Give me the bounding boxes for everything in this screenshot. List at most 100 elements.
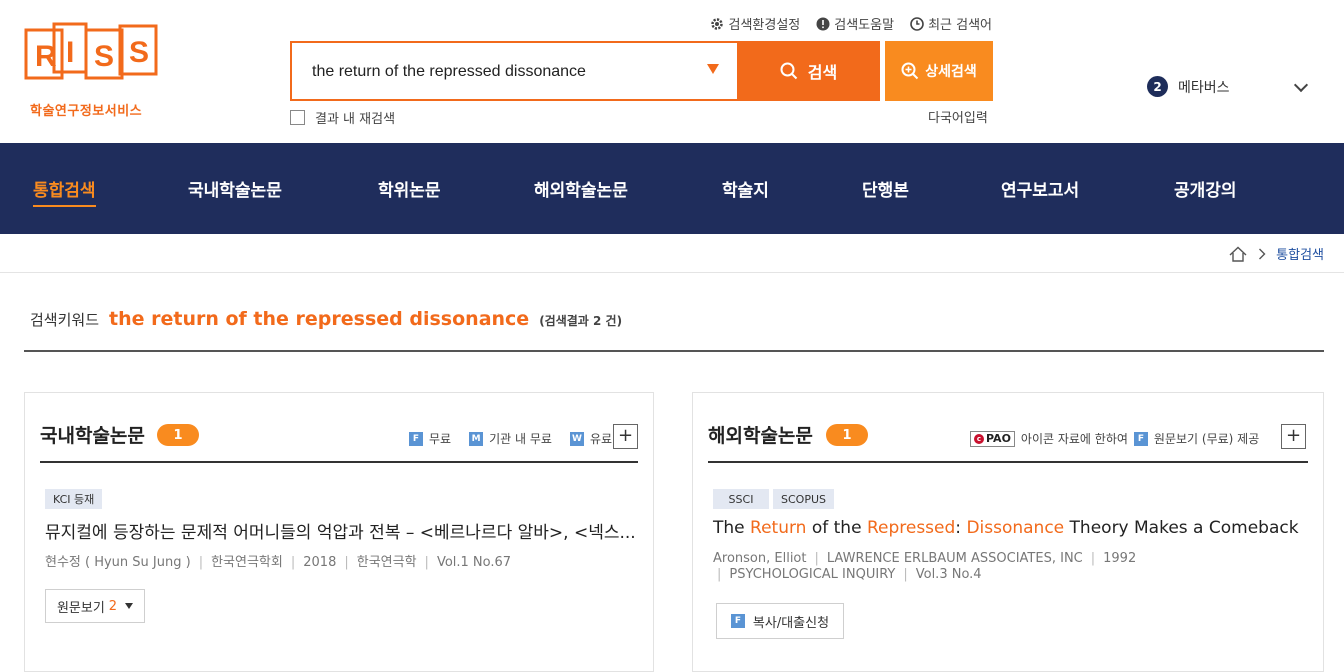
search-button[interactable]: 검색 xyxy=(737,41,880,101)
scopus-tag: SCOPUS xyxy=(773,489,834,509)
nav-tab-research-reports[interactable]: 연구보고서 xyxy=(1001,143,1079,234)
result-journal[interactable]: 한국연극학 xyxy=(357,555,417,570)
riss-logo[interactable]: R I S S 학술연구정보서비스 xyxy=(24,22,164,122)
result-count: (검색결과 2 건) xyxy=(539,314,623,328)
gear-icon xyxy=(711,17,724,30)
result-year: 1992 xyxy=(1103,551,1137,566)
search-history-dropdown-icon[interactable] xyxy=(707,64,719,74)
search-icon xyxy=(780,62,797,80)
breadcrumb: 통합검색 xyxy=(1228,244,1324,263)
result-year: 2018 xyxy=(303,555,337,570)
nav-tab-open-lectures[interactable]: 공개강의 xyxy=(1174,143,1237,234)
nav-tab-theses[interactable]: 학위논문 xyxy=(378,143,441,234)
caret-down-icon xyxy=(125,603,134,609)
riss-logo-mark: R I S S xyxy=(24,22,158,80)
result-title-link[interactable]: The Return of the Repressed: Dissonance … xyxy=(713,518,1299,538)
advanced-search-button[interactable]: 상세검색 xyxy=(885,41,993,101)
view-fulltext-dropdown[interactable]: 원문보기 2 xyxy=(45,589,145,623)
svg-text:I: I xyxy=(66,36,74,69)
main-nav: 통합검색 국내학술논문 학위논문 해외학술논문 학술지 단행본 연구보고서 공개… xyxy=(0,143,1344,234)
pao-label: PAO xyxy=(986,432,1011,445)
active-tab-underline xyxy=(33,205,96,207)
keyword-divider xyxy=(24,350,1324,352)
search-settings-label: 검색환경설정 xyxy=(728,18,801,33)
title-highlight: Dissonance xyxy=(966,518,1065,538)
nav-tab-journals[interactable]: 학술지 xyxy=(722,143,769,234)
metaverse-menu[interactable]: 2 메타버스 xyxy=(1147,76,1230,97)
search-input[interactable] xyxy=(312,60,692,84)
search-within-checkbox[interactable] xyxy=(290,110,305,125)
panel-divider xyxy=(40,461,638,463)
nav-tab-books[interactable]: 단행본 xyxy=(862,143,909,234)
free-icon: F xyxy=(1133,431,1148,446)
svg-text:R: R xyxy=(35,40,57,73)
legend-label: 기관 내 무료 xyxy=(489,432,552,446)
access-legend: F 무료 M 기관 내 무료 W 유료 xyxy=(409,430,612,447)
result-volume: Vol.1 No.67 xyxy=(436,555,512,570)
more-domestic-button[interactable]: + xyxy=(613,424,638,449)
free-icon: F xyxy=(409,431,423,446)
nav-tab-label: 통합검색 xyxy=(33,181,96,201)
metaverse-label: 메타버스 xyxy=(1178,79,1230,96)
result-publisher: LAWRENCE ERLBAUM ASSOCIATES, INC xyxy=(826,551,1083,566)
title-text: : xyxy=(955,518,967,538)
recent-searches-label: 최근 검색어 xyxy=(928,18,992,33)
pao-badge: c PAO xyxy=(970,430,1015,447)
breadcrumb-bar: 통합검색 xyxy=(0,234,1344,273)
metaverse-badge: 2 xyxy=(1147,76,1168,97)
recent-searches-link[interactable]: 최근 검색어 xyxy=(910,14,992,33)
kci-tag: KCI 등재 xyxy=(45,489,103,509)
panel-divider xyxy=(708,461,1308,463)
multilang-input-link[interactable]: 다국어입력 xyxy=(928,107,988,126)
search-keyword-summary: 검색키워드 the return of the repressed disson… xyxy=(30,308,622,330)
result-title-link[interactable]: 뮤지컬에 등장하는 문제적 어머니들의 억압과 전복 – <베르나르다 알바>,… xyxy=(45,518,636,543)
search-within-label: 결과 내 재검색 xyxy=(315,112,396,127)
result-meta: 현수정 ( Hyun Su Jung ) | 한국연극학회 | 2018 | 한국연극학 | V… xyxy=(45,555,512,570)
result-author[interactable]: 현수정 ( Hyun Su Jung ) xyxy=(45,555,191,570)
copy-loan-request-button[interactable]: F 복사/대출신청 xyxy=(716,603,844,639)
chevron-down-icon[interactable] xyxy=(1293,77,1309,93)
help-icon xyxy=(816,17,830,30)
result-volume: Vol.3 No.4 xyxy=(915,567,982,582)
result-author[interactable]: Aronson, Elliot xyxy=(713,551,806,566)
clock-icon xyxy=(910,16,924,31)
result-journal[interactable]: PSYCHOLOGICAL INQUIRY xyxy=(729,567,895,582)
svg-text:S: S xyxy=(129,36,149,69)
legend-text: 아이콘 자료에 한하여 xyxy=(1020,432,1128,446)
keyword-term: the return of the repressed dissonance xyxy=(109,308,530,330)
title-text: The xyxy=(713,518,751,538)
advanced-search-label: 상세검색 xyxy=(925,64,977,80)
ssci-tag: SSCI xyxy=(713,489,769,509)
view-fulltext-label: 원문보기 xyxy=(56,600,105,616)
pao-legend: c PAO 아이콘 자료에 한하여 F 원문보기 (무료) 제공 xyxy=(970,430,1259,447)
foreign-papers-panel: 해외학술논문 1 c PAO 아이콘 자료에 한하여 F 원문보기 (무료) 제… xyxy=(692,392,1324,672)
paid-icon: W xyxy=(569,431,584,446)
legend-label: 유료 xyxy=(589,432,613,446)
result-meta: Aronson, Elliot | LAWRENCE ERLBAUM ASSOCIA… xyxy=(713,551,1137,566)
logo-subtitle: 학술연구정보서비스 xyxy=(30,104,143,119)
title-text: Theory Makes a Comeback xyxy=(1064,518,1299,538)
title-highlight: Repressed xyxy=(866,518,956,538)
search-button-label: 검색 xyxy=(807,63,838,82)
more-foreign-button[interactable]: + xyxy=(1281,424,1306,449)
nav-tab-integrated-search[interactable]: 통합검색 xyxy=(33,143,96,234)
panel-count-badge: 1 xyxy=(157,424,199,446)
search-help-link[interactable]: 검색도움말 xyxy=(816,14,894,33)
panel-title: 해외학술논문 xyxy=(708,425,813,447)
search-settings-link[interactable]: 검색환경설정 xyxy=(710,14,800,33)
title-text: of the xyxy=(806,518,867,538)
domestic-papers-panel: 국내학술논문 1 F 무료 M 기관 내 무료 W 유료 + KCI 등재 뮤지… xyxy=(24,392,654,672)
chevron-right-icon xyxy=(1259,248,1266,259)
title-highlight: Return xyxy=(750,518,807,538)
nav-tab-foreign-papers[interactable]: 해외학술논문 xyxy=(534,143,628,234)
pao-icon: c xyxy=(974,433,984,444)
nav-tab-domestic-papers[interactable]: 국내학술논문 xyxy=(188,143,282,234)
svg-text:S: S xyxy=(94,40,114,73)
keyword-label: 검색키워드 xyxy=(30,311,100,329)
breadcrumb-current[interactable]: 통합검색 xyxy=(1276,244,1324,263)
institution-free-icon: M xyxy=(469,431,484,446)
copy-loan-label: 복사/대출신청 xyxy=(752,615,830,631)
home-icon[interactable] xyxy=(1228,246,1248,262)
search-within-results: 결과 내 재검색 xyxy=(290,108,395,127)
header: R I S S 학술연구정보서비스 검색환경설정 검색도움말 최근 검색어 th… xyxy=(0,0,1344,143)
